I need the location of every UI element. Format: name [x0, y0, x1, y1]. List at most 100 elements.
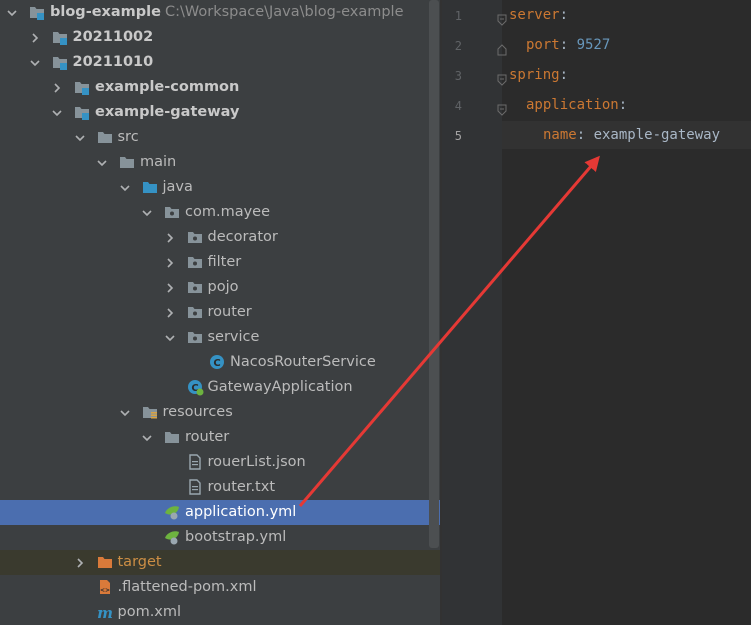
tree-row[interactable]: C GatewayApplication — [0, 375, 440, 400]
tree-row[interactable]: 20211010 — [0, 50, 440, 75]
module-folder-icon — [73, 103, 91, 121]
tree-item-name: decorator — [207, 229, 278, 245]
package-icon — [186, 278, 204, 296]
tree-row[interactable]: resources — [0, 400, 440, 425]
tree-item-label: 20211010 — [73, 53, 154, 72]
yaml-colon: : — [576, 127, 594, 143]
chevron-right-icon[interactable] — [50, 80, 64, 94]
tree-item-label: application.yml — [185, 503, 296, 522]
fold-end-icon[interactable] — [496, 41, 508, 56]
tree-item-name: NacosRouterService — [230, 354, 376, 370]
code-line[interactable]: application: — [526, 95, 627, 115]
line-number: 2 — [454, 39, 462, 53]
folder-icon — [118, 153, 136, 171]
java-class-icon: C — [208, 353, 226, 371]
fold-open-icon[interactable] — [496, 71, 508, 86]
tree-row[interactable]: router — [0, 425, 440, 450]
tree-item-name: .flattened-pom.xml — [117, 579, 257, 595]
tree-item-label: example-common — [95, 78, 239, 97]
chevron-down-icon[interactable] — [140, 430, 154, 444]
line-number: 5 — [454, 129, 462, 143]
tree-row[interactable]: bootstrap.yml — [0, 525, 440, 550]
tree-row[interactable]: rouerList.json — [0, 450, 440, 475]
tree-row[interactable]: example-common — [0, 75, 440, 100]
editor-gutter: 1 2 3 4 5 — [442, 0, 507, 625]
line-number: 4 — [454, 99, 462, 113]
chevron-down-icon[interactable] — [28, 55, 42, 69]
chevron-right-icon[interactable] — [73, 555, 87, 569]
tree-item-label: pojo — [208, 278, 239, 297]
tree-item-label: target — [118, 553, 162, 572]
text-file-icon — [186, 453, 204, 471]
yaml-key: port — [526, 37, 560, 53]
tree-item-name: target — [117, 554, 162, 570]
chevron-down-icon[interactable] — [50, 105, 64, 119]
xml-file-icon: <> — [96, 578, 114, 596]
tree-row[interactable]: <> .flattened-pom.xml — [0, 575, 440, 600]
code-line[interactable]: spring: — [509, 65, 568, 85]
yaml-value: example-gateway — [593, 127, 721, 143]
fold-open-icon[interactable] — [496, 11, 508, 26]
tree-row[interactable]: C NacosRouterService — [0, 350, 440, 375]
chevron-down-icon[interactable] — [140, 205, 154, 219]
chevron-down-icon[interactable] — [118, 405, 132, 419]
tree-row[interactable]: java — [0, 175, 440, 200]
tree-item-name: application.yml — [185, 504, 297, 520]
tree-item-name: pojo — [207, 279, 239, 295]
tree-root-row[interactable]: blog-example C:\Workspace\Java\blog-examp… — [0, 0, 440, 25]
chevron-right-icon[interactable] — [163, 280, 177, 294]
tree-row[interactable]: service — [0, 325, 440, 350]
fold-open-icon[interactable] — [496, 101, 508, 116]
tree-item-label: java — [163, 178, 193, 197]
tree-item-label: .flattened-pom.xml — [118, 578, 257, 597]
tree-item-name: 20211002 — [72, 29, 154, 45]
tree-item-label: src — [118, 128, 139, 147]
tree-row[interactable]: 20211002 — [0, 25, 440, 50]
tree-item-label: router.txt — [208, 478, 276, 497]
folder-icon — [163, 428, 181, 446]
tree-row[interactable]: m pom.xml — [0, 600, 440, 625]
chevron-down-icon[interactable] — [5, 5, 19, 19]
chevron-down-icon[interactable] — [118, 180, 132, 194]
svg-text:m: m — [97, 604, 113, 621]
tree-item-name: filter — [207, 254, 242, 270]
tree-row[interactable]: application.yml — [0, 500, 440, 525]
chevron-right-icon[interactable] — [28, 30, 42, 44]
tree-row[interactable]: router.txt — [0, 475, 440, 500]
chevron-down-icon[interactable] — [73, 130, 87, 144]
tree-item-label: pom.xml — [118, 603, 182, 622]
excluded-folder-icon — [96, 553, 114, 571]
chevron-right-icon[interactable] — [163, 305, 177, 319]
yaml-key: spring — [509, 67, 560, 83]
tree-item-name: src — [117, 129, 139, 145]
package-icon — [186, 253, 204, 271]
editor-panel[interactable]: 12345 server: port: 9527 spring: applicatio… — [442, 0, 751, 625]
tree-row[interactable]: example-gateway — [0, 100, 440, 125]
resources-folder-icon — [141, 403, 159, 421]
tree-row[interactable]: main — [0, 150, 440, 175]
tree-row[interactable]: decorator — [0, 225, 440, 250]
chevron-down-icon[interactable] — [95, 155, 109, 169]
tree-row[interactable]: pojo — [0, 275, 440, 300]
code-line[interactable]: name: example-gateway — [543, 125, 720, 145]
code-line[interactable]: port: 9527 — [526, 35, 610, 55]
tree-scrollbar[interactable] — [429, 0, 439, 548]
chevron-down-icon[interactable] — [163, 330, 177, 344]
tree-item-label: filter — [208, 253, 242, 272]
yaml-colon: : — [559, 67, 569, 83]
spring-boot-class-icon: C — [186, 378, 204, 396]
tree-item-label: resources — [163, 403, 233, 422]
package-icon — [186, 303, 204, 321]
tree-item-label: com.mayee — [185, 203, 270, 222]
tree-row[interactable]: com.mayee — [0, 200, 440, 225]
svg-text:<>: <> — [99, 587, 109, 594]
chevron-right-icon[interactable] — [163, 230, 177, 244]
tree-row[interactable]: router — [0, 300, 440, 325]
code-line[interactable]: server: — [509, 5, 568, 25]
tree-row[interactable]: filter — [0, 250, 440, 275]
tree-row[interactable]: src — [0, 125, 440, 150]
yaml-colon: : — [559, 37, 577, 53]
tree-row[interactable]: target — [0, 550, 440, 575]
tree-item-name: pom.xml — [117, 604, 182, 620]
chevron-right-icon[interactable] — [163, 255, 177, 269]
